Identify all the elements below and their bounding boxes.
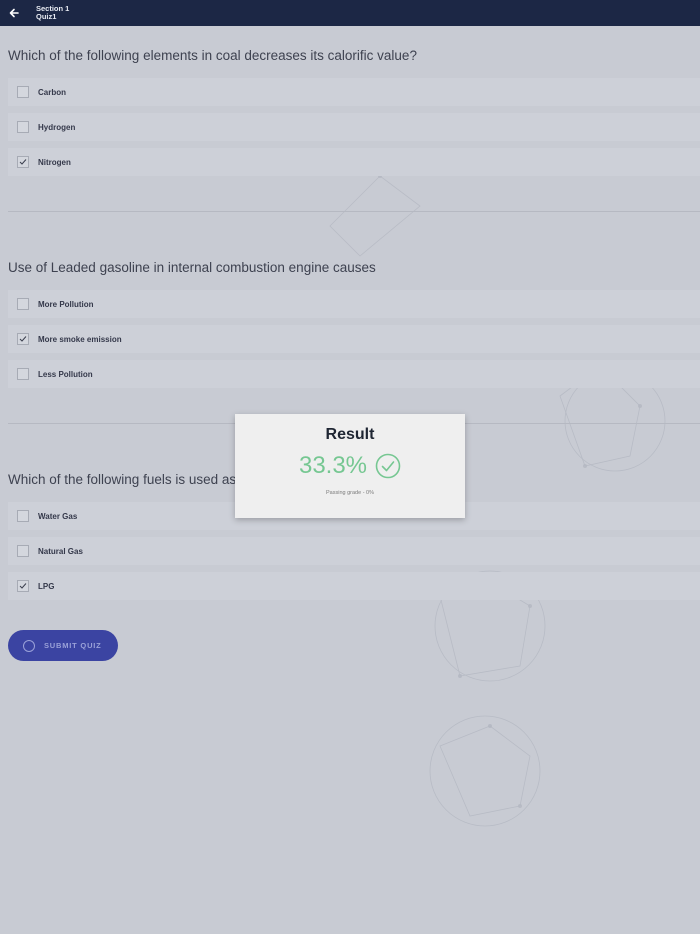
quiz-title: Quiz1 (36, 12, 57, 21)
question-1: Which of the following elements in coal … (0, 46, 700, 66)
option-label: Carbon (38, 87, 66, 97)
divider (8, 211, 700, 212)
question-text: Use of Leaded gasoline in internal combu… (8, 260, 376, 275)
option-less-pollution[interactable]: Less Pollution (8, 360, 700, 388)
option-label: Hydrogen (38, 122, 76, 132)
checkbox[interactable] (17, 298, 29, 310)
checkmark-icon (19, 583, 27, 589)
passing-grade: Passing grade - 0% (326, 490, 374, 496)
option-more-smoke-emission[interactable]: More smoke emission (8, 325, 700, 353)
checkbox[interactable] (17, 121, 29, 133)
checkbox-checked[interactable] (17, 580, 29, 592)
checkbox[interactable] (17, 545, 29, 557)
score-row: 33.3% (235, 452, 465, 480)
checkmark-icon (19, 336, 27, 342)
question-text: Which of the following elements in coal … (8, 48, 417, 63)
option-hydrogen[interactable]: Hydrogen (8, 113, 700, 141)
option-label: Nitrogen (38, 157, 71, 167)
checkbox[interactable] (17, 86, 29, 98)
score-value: 33.3% (298, 452, 368, 479)
checkbox[interactable] (17, 368, 29, 380)
checkbox-checked[interactable] (17, 156, 29, 168)
option-label: More smoke emission (38, 334, 122, 344)
checkbox-checked[interactable] (17, 333, 29, 345)
option-nitrogen[interactable]: Nitrogen (8, 148, 700, 176)
checkbox[interactable] (17, 510, 29, 522)
result-title: Result (325, 426, 375, 443)
arrow-left-icon (9, 8, 19, 18)
submit-quiz-button[interactable]: SUBMIT QUIZ (8, 630, 118, 661)
checkmark-icon (19, 159, 27, 165)
result-dialog: Result 33.3% Passing grade - 0% (235, 414, 465, 518)
submit-label: SUBMIT QUIZ (44, 641, 102, 650)
header-titles: Section 1 Quiz1 (36, 5, 69, 21)
option-carbon[interactable]: Carbon (8, 78, 700, 106)
option-label: Natural Gas (38, 546, 83, 556)
check-circle-icon (375, 453, 401, 479)
option-lpg[interactable]: LPG (8, 572, 700, 600)
option-label: Less Pollution (38, 369, 93, 379)
back-button[interactable] (0, 0, 28, 26)
option-label: More Pollution (38, 299, 94, 309)
app-header: Section 1 Quiz1 (0, 0, 700, 26)
circle-icon (23, 639, 35, 652)
option-label: LPG (38, 581, 55, 591)
option-more-pollution[interactable]: More Pollution (8, 290, 700, 318)
question-2: Use of Leaded gasoline in internal combu… (0, 258, 700, 278)
option-label: Water Gas (38, 511, 78, 521)
option-natural-gas[interactable]: Natural Gas (8, 537, 700, 565)
